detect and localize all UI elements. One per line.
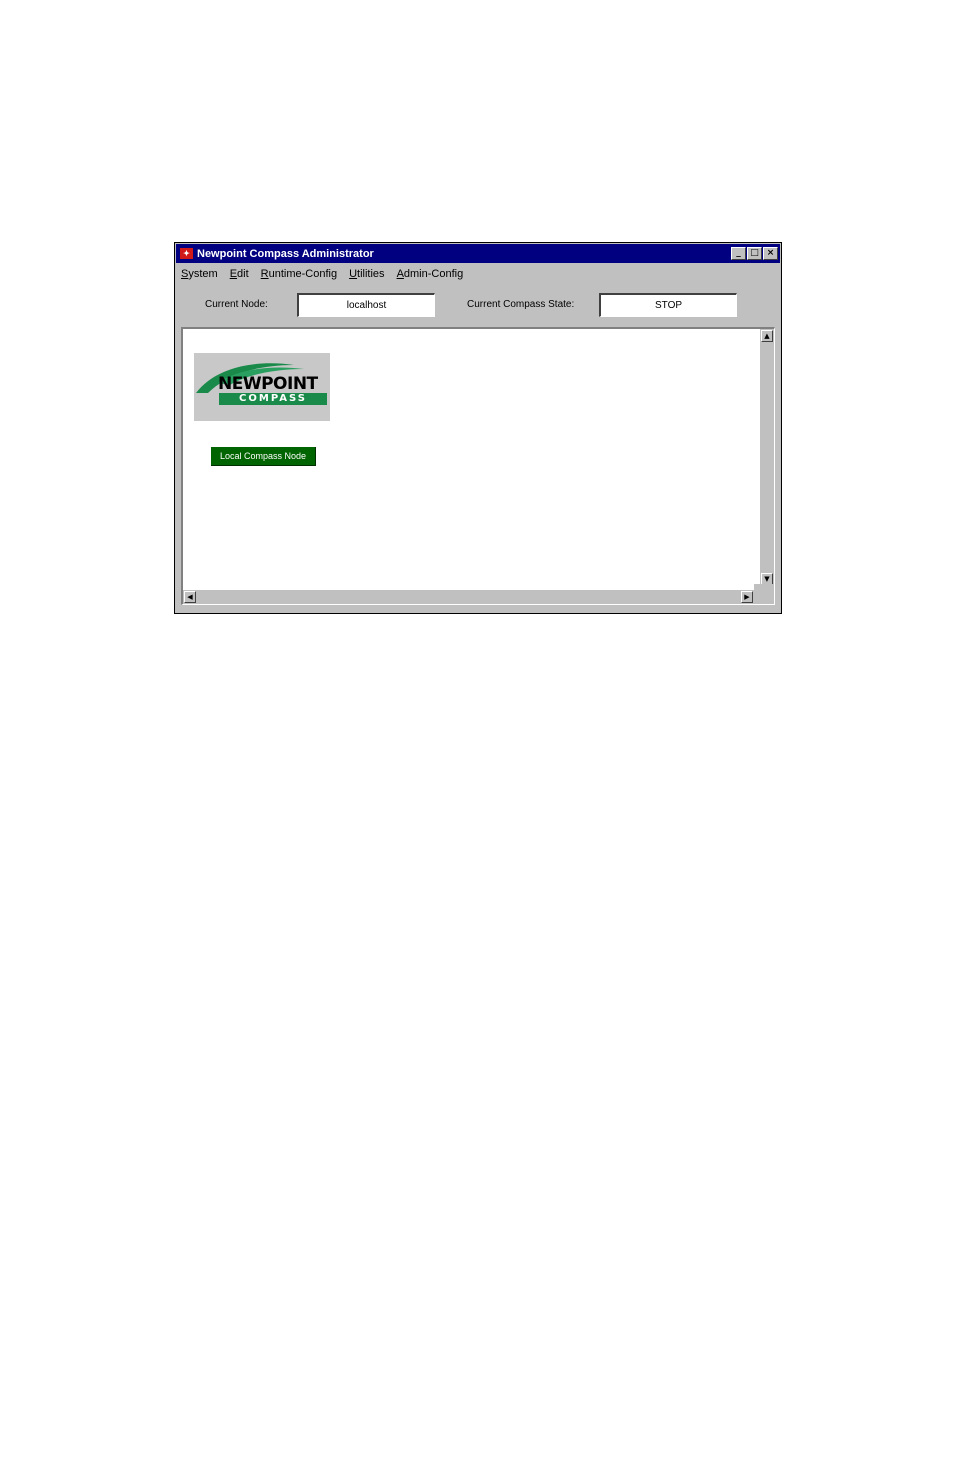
current-node-field: localhost — [297, 293, 435, 317]
newpoint-compass-logo: NEWPOINT COMPASS — [194, 353, 330, 421]
close-button[interactable]: × — [763, 247, 778, 260]
scroll-corner — [754, 584, 774, 604]
current-node-label: Current Node: — [205, 299, 268, 310]
logo-wordmark: NEWPOINT — [218, 374, 318, 394]
menu-system[interactable]: System — [181, 268, 218, 280]
horizontal-scrollbar[interactable]: ◀ ▶ — [183, 590, 757, 604]
menu-admin-config[interactable]: Admin-Config — [397, 268, 464, 280]
title-bar[interactable]: ✦ Newpoint Compass Administrator _ □ × — [176, 244, 780, 263]
app-icon[interactable]: ✦ — [180, 248, 193, 259]
logo-subtitle: COMPASS — [219, 393, 327, 405]
window-title: Newpoint Compass Administrator — [197, 247, 374, 260]
compass-state-field: STOP — [599, 293, 737, 317]
maximize-button[interactable]: □ — [747, 247, 762, 260]
node-canvas: NEWPOINT COMPASS Local Compass Node ▲ ▼ … — [181, 327, 775, 605]
window-controls: _ □ × — [731, 247, 778, 260]
compass-state-label: Current Compass State: — [467, 299, 575, 310]
local-compass-node-button[interactable]: Local Compass Node — [211, 447, 316, 466]
menu-runtime-config[interactable]: Runtime-Config — [261, 268, 337, 280]
menu-utilities[interactable]: Utilities — [349, 268, 384, 280]
menu-bar: System Edit Runtime-Config Utilities Adm… — [181, 265, 463, 283]
vertical-scrollbar[interactable]: ▲ ▼ — [760, 329, 774, 587]
scroll-left-icon[interactable]: ◀ — [184, 591, 196, 603]
menu-edit[interactable]: Edit — [230, 268, 249, 280]
minimize-button[interactable]: _ — [731, 247, 746, 260]
scroll-up-icon[interactable]: ▲ — [761, 330, 773, 342]
admin-window: ✦ Newpoint Compass Administrator _ □ × S… — [174, 242, 782, 614]
scroll-right-icon[interactable]: ▶ — [741, 591, 753, 603]
